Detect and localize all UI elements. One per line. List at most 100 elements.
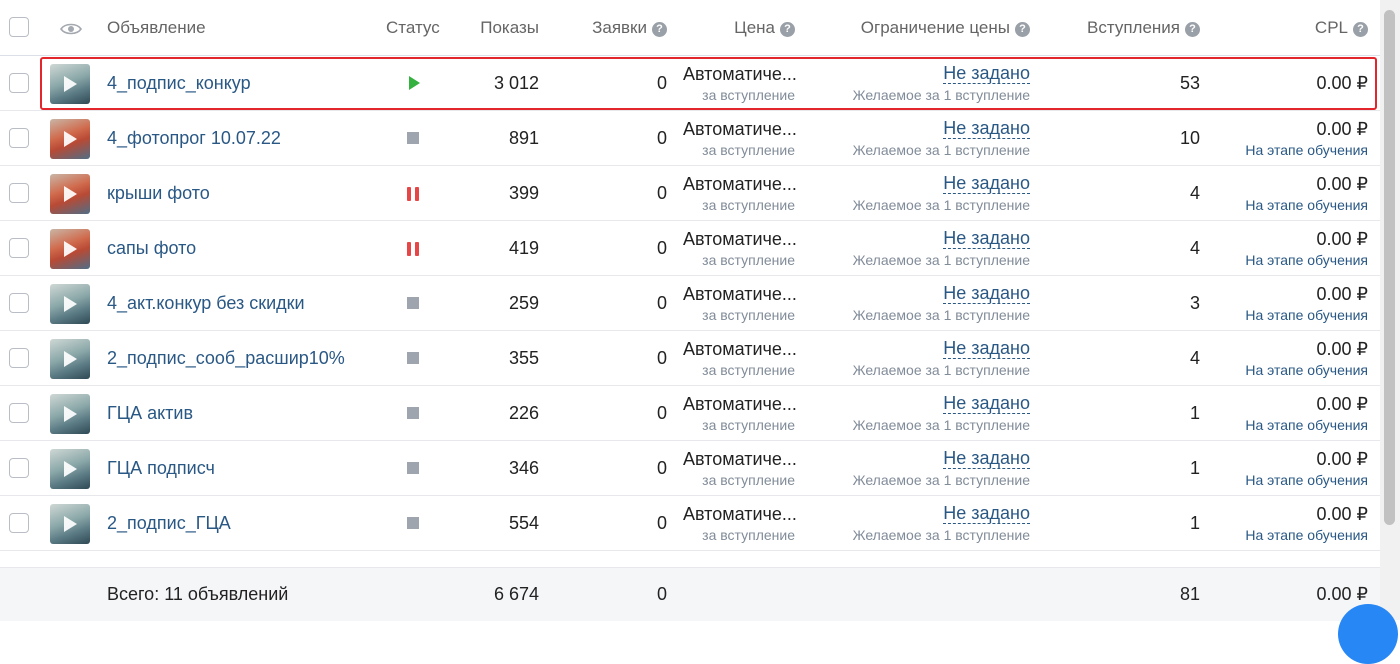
table-row[interactable]: 4_подпис_конкур 3 012 0 Автоматиче... за вст…	[0, 56, 1380, 111]
table-row[interactable]: 4_акт.конкур без скидки 259 0 Автоматиче...…	[0, 276, 1380, 331]
price-limit-link[interactable]: Не задано	[943, 229, 1030, 249]
apps-value: 0	[656, 128, 667, 148]
help-icon[interactable]: ?	[1353, 22, 1368, 37]
cpl-learning-status: На этапе обучения	[1245, 472, 1368, 488]
header-limit[interactable]: Ограничение цены?	[861, 18, 1030, 38]
price-limit-link[interactable]: Не задано	[943, 504, 1030, 524]
price-limit-link[interactable]: Не задано	[943, 119, 1030, 139]
header-joins[interactable]: Вступления?	[1087, 18, 1200, 38]
eye-icon[interactable]	[60, 22, 82, 36]
row-checkbox[interactable]	[9, 183, 29, 203]
row-checkbox[interactable]	[9, 458, 29, 478]
help-icon[interactable]: ?	[1015, 22, 1030, 37]
header-apps[interactable]: Заявки?	[592, 18, 667, 38]
row-checkbox[interactable]	[9, 403, 29, 423]
ad-name-link[interactable]: 4_акт.конкур без скидки	[107, 293, 305, 314]
ad-thumbnail[interactable]	[50, 284, 90, 324]
ad-name-link[interactable]: 4_фотопрог 10.07.22	[107, 128, 281, 149]
ad-thumbnail[interactable]	[50, 394, 90, 434]
header-ad[interactable]: Объявление	[107, 18, 206, 38]
ad-thumbnail[interactable]	[50, 174, 90, 214]
ad-thumbnail[interactable]	[50, 119, 90, 159]
row-checkbox[interactable]	[9, 513, 29, 533]
ad-thumbnail[interactable]	[50, 449, 90, 489]
cpl-value: 0.00 ₽	[1316, 504, 1369, 524]
ad-name-link[interactable]: сапы фото	[107, 238, 196, 259]
price-limit-link[interactable]: Не задано	[943, 339, 1030, 359]
price-value[interactable]: Автоматиче...	[683, 119, 797, 140]
row-checkbox[interactable]	[9, 238, 29, 258]
table-row[interactable]: 2_подпис_сооб_расшир10% 355 0 Автоматиче...…	[0, 331, 1380, 386]
joins-value: 1	[1189, 403, 1200, 423]
footer-cpl: 0.00 ₽	[1316, 584, 1369, 604]
price-value[interactable]: Автоматиче...	[683, 229, 797, 250]
ad-thumbnail[interactable]	[50, 504, 90, 544]
ad-thumbnail[interactable]	[50, 229, 90, 269]
ad-thumbnail[interactable]	[50, 339, 90, 379]
table-row[interactable]: 4_фотопрог 10.07.22 891 0 Автоматиче... за в…	[0, 111, 1380, 166]
footer-joins: 81	[1179, 584, 1200, 604]
header-status[interactable]: Статус	[386, 18, 440, 38]
price-value[interactable]: Автоматиче...	[683, 339, 797, 360]
header-shows[interactable]: Показы	[480, 18, 539, 38]
row-checkbox[interactable]	[9, 73, 29, 93]
price-limit-link[interactable]: Не задано	[943, 394, 1030, 414]
ad-thumbnail[interactable]	[50, 64, 90, 104]
help-icon[interactable]: ?	[780, 22, 795, 37]
price-value[interactable]: Автоматиче...	[683, 174, 797, 195]
cpl-learning-status: На этапе обучения	[1245, 197, 1368, 213]
header-cpl[interactable]: CPL?	[1315, 18, 1368, 38]
price-subtext: за вступление	[702, 362, 795, 378]
ad-name-link[interactable]: ГЦА подписч	[107, 458, 215, 479]
cpl-value: 0.00 ₽	[1316, 449, 1369, 469]
ad-name-link[interactable]: крыши фото	[107, 183, 210, 204]
ad-name-link[interactable]: 2_подпис_сооб_расшир10%	[107, 348, 345, 369]
table-row[interactable]: крыши фото 399 0 Автоматиче... за вступление…	[0, 166, 1380, 221]
table-row[interactable]: сапы фото 419 0 Автоматиче... за вступление Н…	[0, 221, 1380, 276]
row-checkbox[interactable]	[9, 348, 29, 368]
shows-value: 346	[508, 458, 539, 478]
stop-status-icon[interactable]	[407, 352, 419, 364]
header-price[interactable]: Цена?	[734, 18, 795, 38]
table-row[interactable]: 2_подпис_ГЦА 554 0 Автоматиче... за вступлен…	[0, 496, 1380, 551]
vertical-scrollbar[interactable]	[1380, 0, 1400, 620]
price-subtext: за вступление	[702, 472, 795, 488]
ad-name-link[interactable]: 4_подпис_конкур	[107, 73, 251, 94]
ad-name-link[interactable]: ГЦА актив	[107, 403, 193, 424]
apps-value: 0	[656, 513, 667, 533]
price-value[interactable]: Автоматиче...	[683, 504, 797, 525]
price-value[interactable]: Автоматиче...	[683, 284, 797, 305]
pause-status-icon[interactable]	[407, 187, 419, 201]
price-limit-link[interactable]: Не задано	[943, 64, 1030, 84]
stop-status-icon[interactable]	[407, 297, 419, 309]
price-limit-subtext: Желаемое за 1 вступление	[852, 142, 1030, 158]
table-footer: Всего: 11 объявлений 6 674 0 81 0.00 ₽	[0, 567, 1380, 621]
scrollbar-thumb[interactable]	[1384, 10, 1395, 525]
price-limit-subtext: Желаемое за 1 вступление	[852, 87, 1030, 103]
price-limit-link[interactable]: Не задано	[943, 284, 1030, 304]
joins-value: 4	[1189, 348, 1200, 368]
price-limit-subtext: Желаемое за 1 вступление	[852, 252, 1030, 268]
price-limit-link[interactable]: Не задано	[943, 449, 1030, 469]
select-all-checkbox[interactable]	[9, 17, 29, 37]
stop-status-icon[interactable]	[407, 132, 419, 144]
price-value[interactable]: Автоматиче...	[683, 64, 797, 85]
table-row[interactable]: ГЦА актив 226 0 Автоматиче... за вступление Н…	[0, 386, 1380, 441]
price-limit-link[interactable]: Не задано	[943, 174, 1030, 194]
pause-status-icon[interactable]	[407, 242, 419, 256]
row-checkbox[interactable]	[9, 293, 29, 313]
price-value[interactable]: Автоматиче...	[683, 449, 797, 470]
play-status-icon[interactable]	[409, 76, 420, 90]
apps-value: 0	[656, 403, 667, 423]
chat-button[interactable]	[1338, 604, 1398, 664]
price-value[interactable]: Автоматиче...	[683, 394, 797, 415]
stop-status-icon[interactable]	[407, 407, 419, 419]
help-icon[interactable]: ?	[1185, 22, 1200, 37]
ad-name-link[interactable]: 2_подпис_ГЦА	[107, 513, 231, 534]
cpl-value: 0.00 ₽	[1316, 174, 1369, 194]
row-checkbox[interactable]	[9, 128, 29, 148]
table-row[interactable]: ГЦА подписч 346 0 Автоматиче... за вступлени…	[0, 441, 1380, 496]
help-icon[interactable]: ?	[652, 22, 667, 37]
stop-status-icon[interactable]	[407, 517, 419, 529]
stop-status-icon[interactable]	[407, 462, 419, 474]
